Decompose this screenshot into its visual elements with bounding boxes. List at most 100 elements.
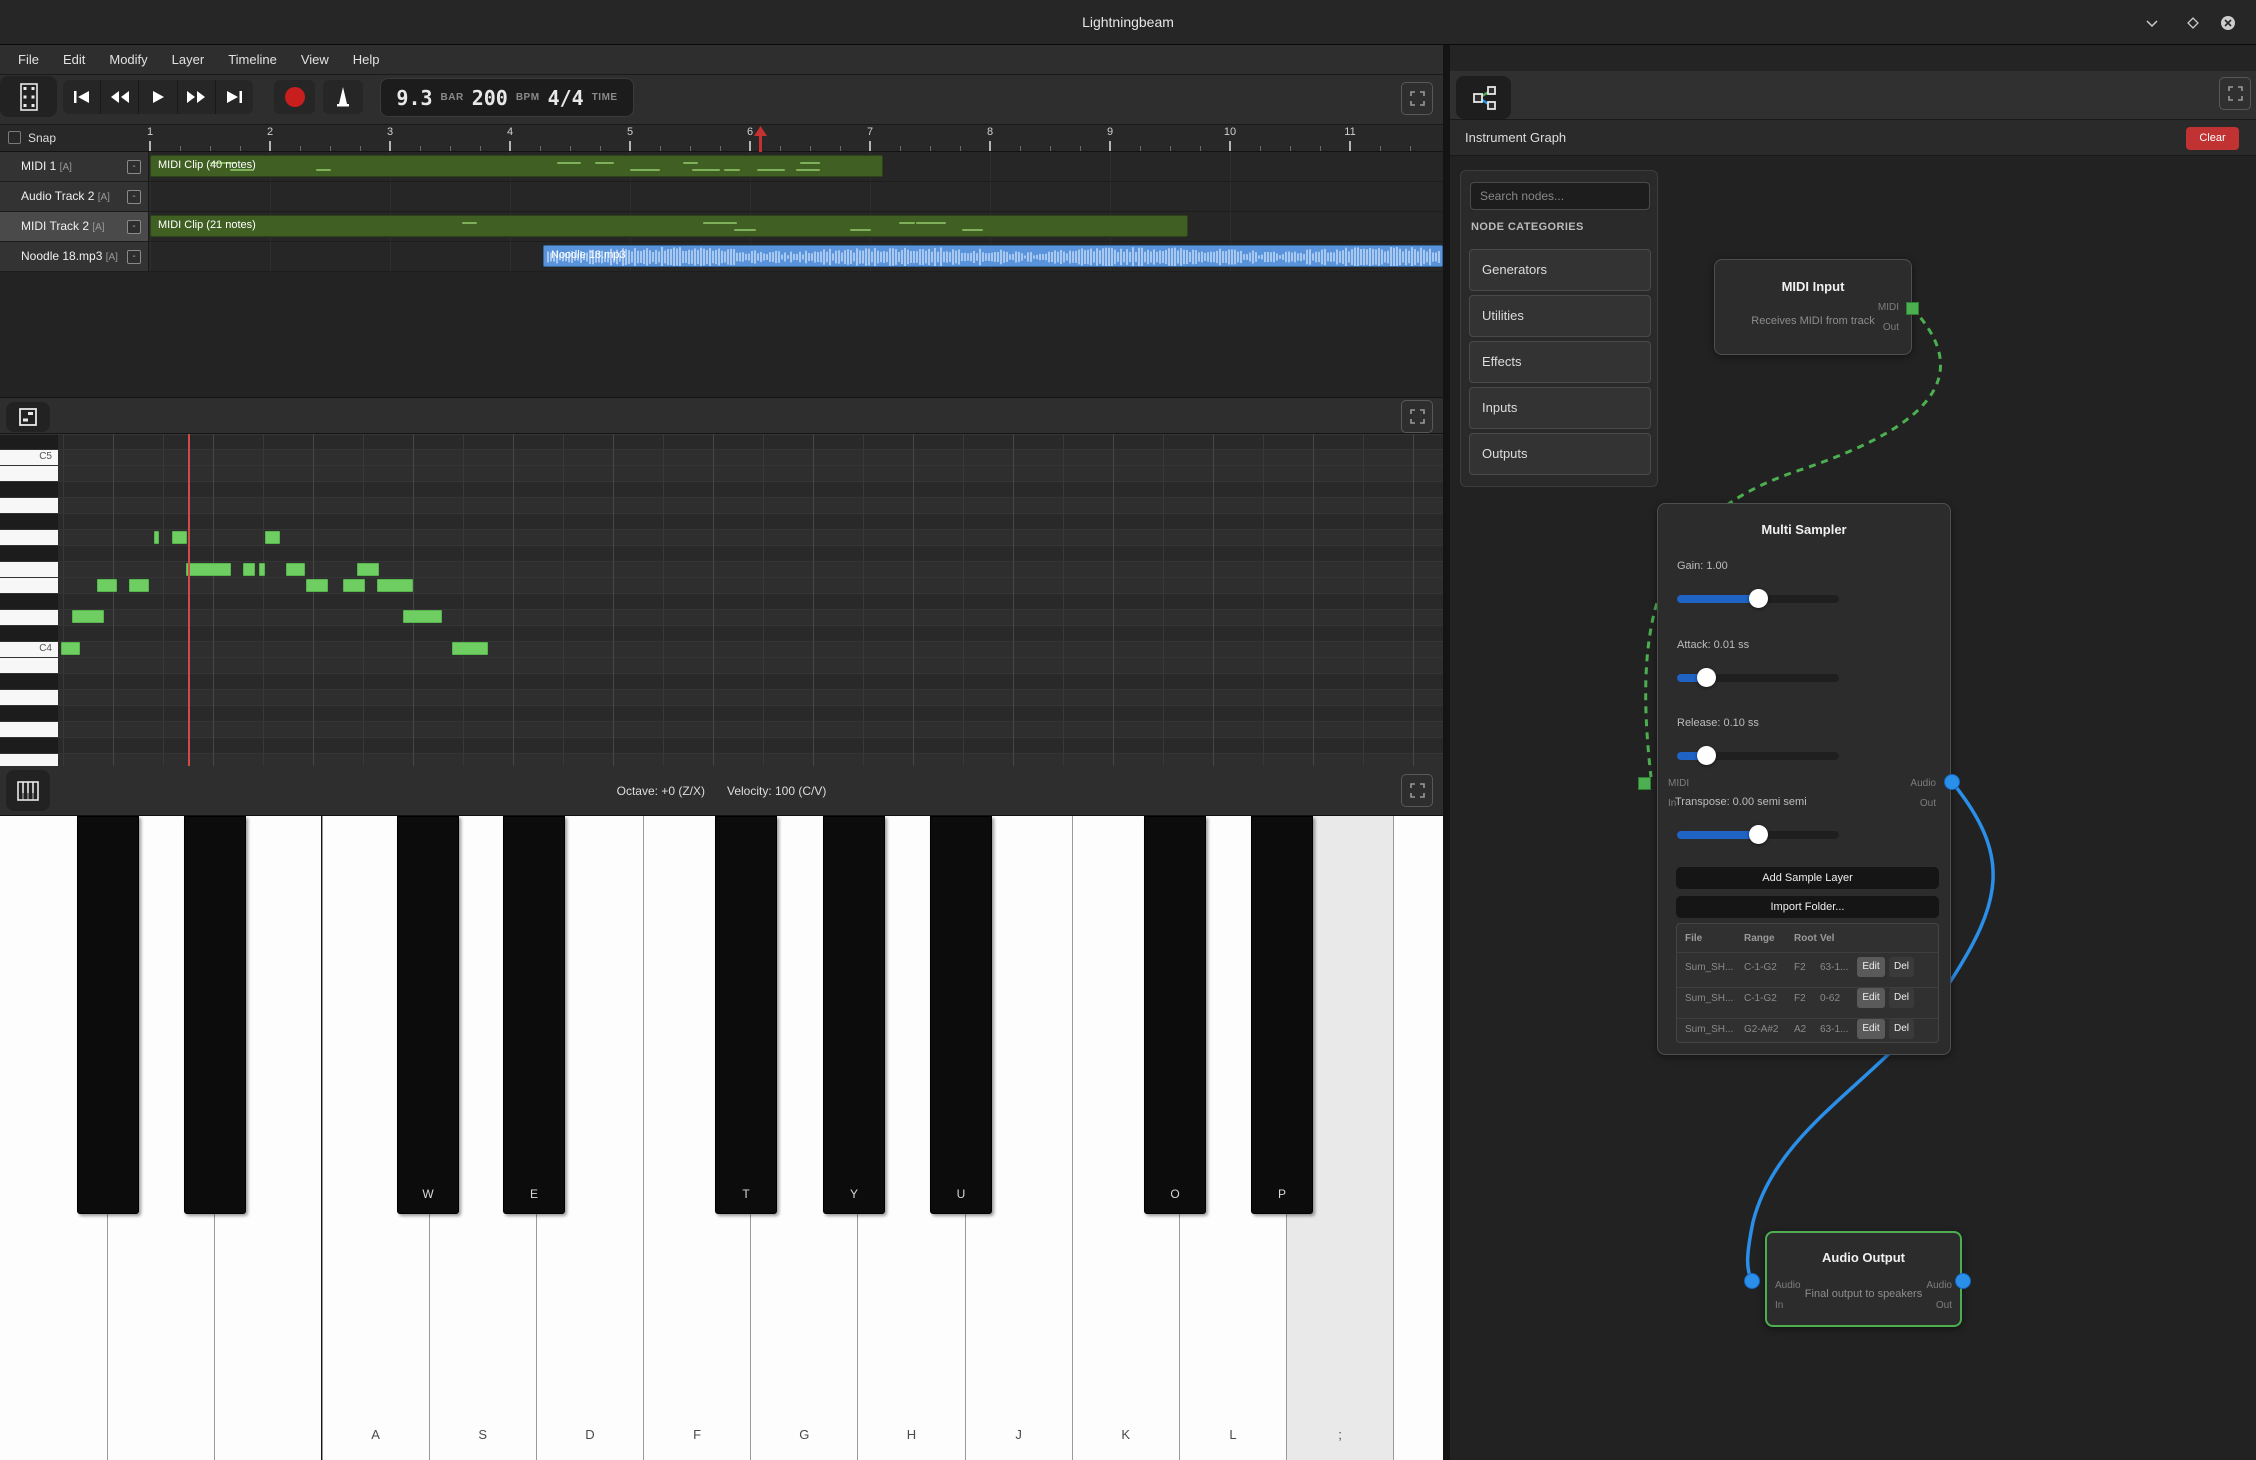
piano-roll-key[interactable]	[0, 497, 58, 513]
piano-roll-key[interactable]	[0, 577, 58, 593]
maximize-icon[interactable]	[2181, 11, 2205, 35]
midi-note[interactable]	[186, 563, 231, 576]
midi-note[interactable]	[403, 610, 442, 623]
black-key[interactable]: O	[1144, 816, 1206, 1214]
piano-roll-key[interactable]	[0, 657, 58, 673]
menu-timeline[interactable]: Timeline	[218, 45, 287, 75]
black-key[interactable]	[184, 816, 246, 1214]
black-key[interactable]: U	[930, 816, 992, 1214]
track-name-column[interactable]: MIDI Track 2 [A]-	[0, 212, 149, 241]
menu-modify[interactable]: Modify	[99, 45, 157, 75]
piano-roll[interactable]: C5C4	[0, 434, 1443, 766]
piano-roll-key[interactable]	[0, 434, 58, 449]
close-icon[interactable]	[2216, 11, 2240, 35]
node-canvas[interactable]: NODE CATEGORIES GeneratorsUtilitiesEffec…	[1450, 156, 2256, 1460]
black-key[interactable]: W	[397, 816, 459, 1214]
slider-thumb[interactable]	[1697, 746, 1716, 765]
piano-roll-key[interactable]	[0, 593, 58, 609]
midi-note[interactable]	[357, 563, 379, 576]
sampler-midi-in-port[interactable]	[1638, 777, 1651, 790]
track-row[interactable]: Noodle 18.mp3 Noodle 18.mp3 [A]-	[0, 242, 1443, 271]
piano-roll-key[interactable]	[0, 545, 58, 561]
playhead-marker[interactable]	[750, 126, 770, 152]
piano-roll-key[interactable]	[0, 721, 58, 737]
slider-thumb[interactable]	[1749, 825, 1768, 844]
node-midi-input[interactable]: MIDI Input Receives MIDI from track MIDI…	[1714, 259, 1912, 355]
black-key[interactable]: T	[715, 816, 777, 1214]
midi-note[interactable]	[265, 531, 280, 544]
import-folder-button[interactable]: Import Folder...	[1676, 896, 1939, 918]
fast-forward-button[interactable]	[178, 80, 216, 114]
snap-checkbox[interactable]	[8, 131, 21, 144]
midi-note[interactable]	[129, 579, 149, 592]
node-multi-sampler[interactable]: Multi Sampler Gain: 1.00Attack: 0.01 ssR…	[1657, 503, 1951, 1055]
keyboard-fullscreen-button[interactable]	[1401, 774, 1433, 807]
record-button[interactable]	[274, 80, 315, 114]
edit-sample-button[interactable]: Edit	[1857, 1019, 1885, 1039]
tempo-display[interactable]: 9.3 BAR 200 BPM 4/4 TIME	[380, 78, 634, 117]
piano-roll-key[interactable]	[0, 529, 58, 545]
piano-roll-key[interactable]	[0, 609, 58, 625]
track-mute-checkbox[interactable]: -	[127, 160, 141, 174]
piano-roll-key[interactable]: C4	[0, 641, 58, 657]
add-sample-layer-button[interactable]: Add Sample Layer	[1676, 867, 1939, 889]
slider-thumb[interactable]	[1697, 668, 1716, 687]
track-mute-checkbox[interactable]: -	[127, 250, 141, 264]
piano-roll-fullscreen-button[interactable]	[1401, 400, 1433, 433]
panel-divider[interactable]	[1443, 45, 1450, 1460]
search-input[interactable]	[1470, 182, 1650, 210]
audio-clip[interactable]: Noodle 18.mp3	[543, 245, 1443, 267]
minimize-icon[interactable]	[2140, 11, 2164, 35]
skip-to-end-button[interactable]	[216, 80, 253, 114]
track-name-column[interactable]: MIDI 1 [A]-	[0, 152, 149, 181]
clear-graph-button[interactable]: Clear	[2186, 127, 2239, 150]
midi-clip[interactable]: MIDI Clip (21 notes)	[150, 215, 1188, 237]
category-generators[interactable]: Generators	[1469, 249, 1651, 291]
category-outputs[interactable]: Outputs	[1469, 433, 1651, 475]
category-utilities[interactable]: Utilities	[1469, 295, 1651, 337]
track-mute-checkbox[interactable]: -	[127, 220, 141, 234]
play-button[interactable]	[139, 80, 177, 114]
piano-roll-key[interactable]	[0, 705, 58, 721]
track-name-column[interactable]: Audio Track 2 [A]-	[0, 182, 149, 211]
midi-note[interactable]	[286, 563, 305, 576]
rewind-button[interactable]	[101, 80, 139, 114]
audio-in-port[interactable]	[1744, 1273, 1760, 1289]
piano-roll-key[interactable]	[0, 481, 58, 497]
midi-note[interactable]	[154, 531, 159, 544]
black-key[interactable]: Y	[823, 816, 885, 1214]
midi-note[interactable]	[72, 610, 104, 623]
edit-sample-button[interactable]: Edit	[1857, 988, 1885, 1008]
piano-roll-key[interactable]	[0, 737, 58, 753]
category-effects[interactable]: Effects	[1469, 341, 1651, 383]
piano-roll-key[interactable]	[0, 465, 58, 481]
skip-to-start-button[interactable]	[63, 80, 101, 114]
midi-note[interactable]	[259, 563, 265, 576]
category-inputs[interactable]: Inputs	[1469, 387, 1651, 429]
midi-note[interactable]	[343, 579, 365, 592]
piano-roll-key[interactable]	[0, 753, 58, 766]
track-name-column[interactable]: Noodle 18.mp3 [A]-	[0, 242, 149, 271]
piano-roll-mode-button[interactable]	[6, 402, 50, 432]
piano-roll-key[interactable]	[0, 513, 58, 529]
metronome-button[interactable]	[323, 80, 363, 114]
midi-note[interactable]	[306, 579, 328, 592]
track-lane[interactable]	[149, 182, 1443, 211]
piano-roll-key[interactable]	[0, 561, 58, 577]
menu-view[interactable]: View	[291, 45, 339, 75]
track-row[interactable]: MIDI Clip (40 notes)MIDI 1 [A]-	[0, 152, 1443, 181]
midi-note[interactable]	[97, 579, 117, 592]
playhead-line[interactable]	[188, 434, 190, 766]
midi-note[interactable]	[377, 579, 413, 592]
midi-note[interactable]	[243, 563, 255, 576]
delete-sample-button[interactable]: Del	[1889, 957, 1914, 977]
edit-sample-button[interactable]: Edit	[1857, 957, 1885, 977]
menu-edit[interactable]: Edit	[53, 45, 95, 75]
menu-help[interactable]: Help	[343, 45, 390, 75]
track-lane[interactable]: MIDI Clip (40 notes)	[149, 152, 1443, 181]
midi-out-port[interactable]	[1906, 302, 1919, 315]
track-lane[interactable]: Noodle 18.mp3	[149, 242, 1443, 271]
menu-layer[interactable]: Layer	[162, 45, 215, 75]
sampler-audio-out-port[interactable]	[1944, 774, 1960, 790]
black-key[interactable]: P	[1251, 816, 1313, 1214]
